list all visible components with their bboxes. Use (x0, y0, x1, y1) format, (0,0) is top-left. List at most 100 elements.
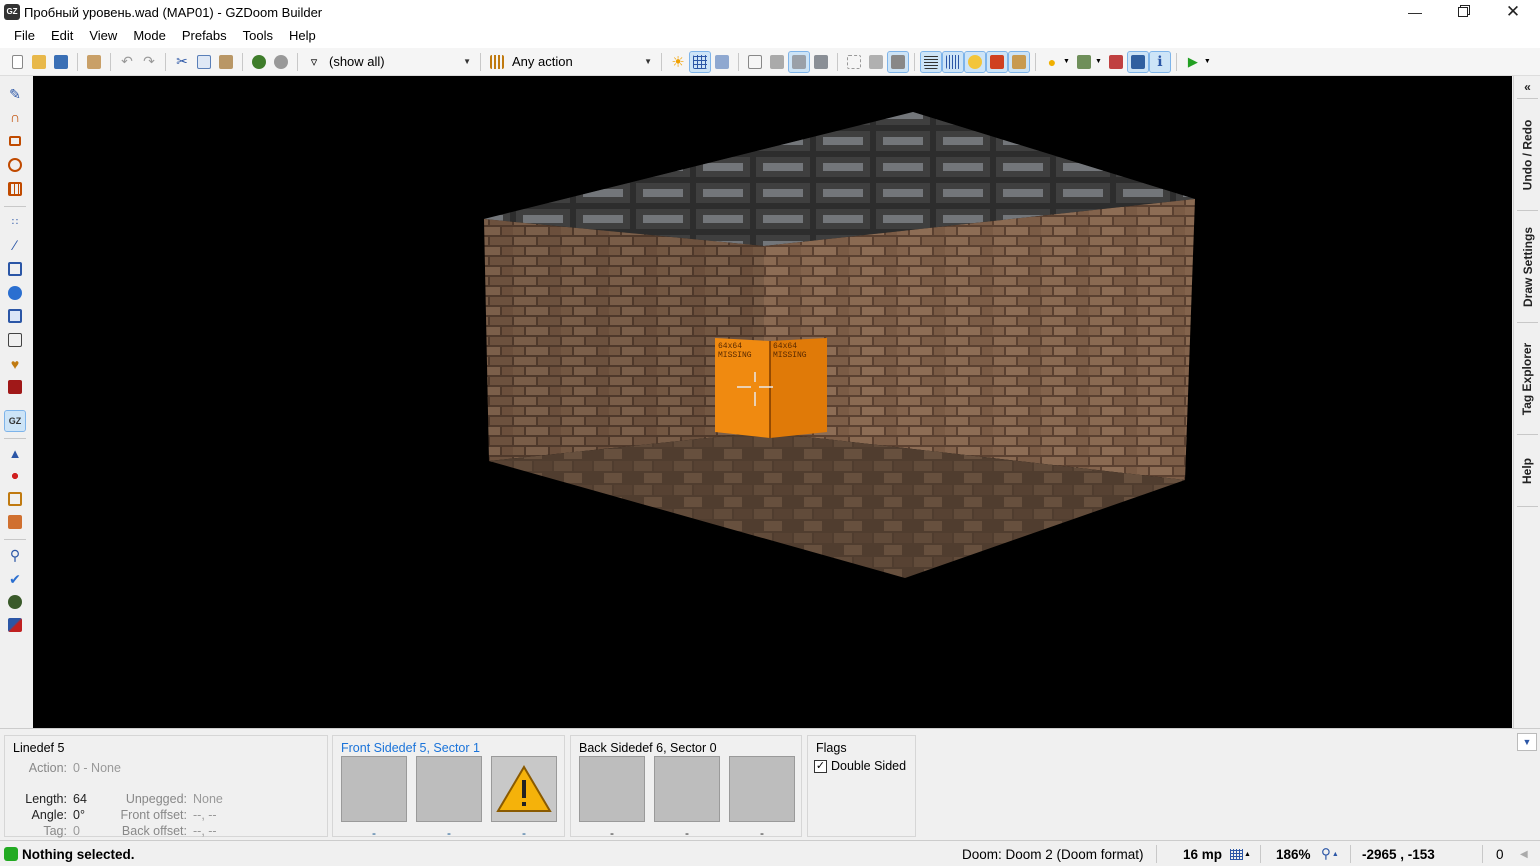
texture-browser-tool[interactable] (5, 592, 25, 612)
render-lines-button[interactable] (942, 50, 964, 73)
zoom-button[interactable]: ⚲ ▲ (1321, 841, 1339, 866)
paste-button[interactable] (216, 52, 236, 72)
render-grid-button[interactable] (920, 50, 942, 73)
status-ok-icon (4, 847, 18, 861)
view-normal-button[interactable] (745, 52, 765, 72)
tab-tag-explorer[interactable]: Tag Explorer (1514, 324, 1540, 434)
things-filter-dropdown[interactable]: (show all) ▼ (325, 52, 475, 72)
view-floor-icon (792, 54, 806, 69)
visual-viewport[interactable]: 64x64 MISSING 64x64 MISSING (33, 76, 1512, 728)
geometry-replace-button[interactable] (887, 50, 909, 73)
right-dock-panel: « Undo / Redo Draw Settings Tag Explorer… (1513, 76, 1540, 728)
open-map-button[interactable] (29, 52, 49, 72)
close-button[interactable]: ✕ (1490, 0, 1536, 24)
menu-prefabs[interactable]: Prefabs (174, 24, 235, 48)
menu-file[interactable]: File (6, 24, 43, 48)
edit-selection-mode[interactable] (5, 330, 25, 350)
front-lower-texture[interactable] (491, 756, 557, 822)
grid-size-button[interactable]: ▲ (1230, 841, 1251, 866)
double-sided-checkbox[interactable]: ✓ (814, 759, 827, 773)
menu-tools[interactable]: Tools (235, 24, 281, 48)
minimize-button[interactable]: — (1392, 0, 1438, 24)
tab-help[interactable]: Help (1514, 436, 1540, 506)
collapse-dock-button[interactable]: « (1514, 78, 1540, 96)
render-lights-button[interactable] (964, 50, 986, 73)
undo-button[interactable]: ↶ (117, 52, 137, 72)
menu-view[interactable]: View (81, 24, 125, 48)
back-upper-texture[interactable] (579, 756, 645, 822)
menu-help[interactable]: Help (281, 24, 324, 48)
toggle-grid-button[interactable] (689, 50, 711, 73)
menu-edit[interactable]: Edit (43, 24, 81, 48)
map-options-button[interactable] (84, 52, 104, 72)
redo-button[interactable]: ↷ (139, 52, 159, 72)
menu-mode[interactable]: Mode (125, 24, 174, 48)
gzdoom-visual-mode[interactable]: GZ (4, 410, 26, 432)
sky-preview-button[interactable] (1126, 50, 1149, 73)
draw-grid-tool[interactable] (5, 179, 25, 199)
view-ceiling-textures-button[interactable] (811, 52, 831, 72)
tab-undo-redo-label: Undo / Redo (1520, 119, 1535, 191)
tag-range-tool[interactable] (5, 512, 25, 532)
things-mode[interactable] (5, 283, 25, 303)
fog-button[interactable] (1106, 52, 1126, 72)
view-floor-textures-button[interactable] (788, 50, 810, 73)
curve-icon: ∩ (9, 109, 21, 125)
bridge-tool[interactable] (5, 466, 25, 486)
vertices-mode[interactable]: ∷ (5, 212, 25, 232)
draw-curve-tool[interactable]: ∩ (5, 107, 25, 127)
map-analysis-tool[interactable]: ✔ (5, 569, 25, 589)
find-replace-tool[interactable]: ⚲ (5, 545, 25, 565)
terrain-tool[interactable]: ▲ (5, 443, 25, 463)
linedefs-mode[interactable]: ∕ (5, 235, 25, 255)
snap-to-grid-button[interactable] (712, 52, 732, 72)
geometry-merge-button[interactable] (866, 52, 886, 72)
box-texture-label-2b: MISSING (773, 351, 807, 360)
geometry-merge-classic-button[interactable] (844, 52, 864, 72)
sound-propagation-mode[interactable]: ♥ (5, 354, 25, 374)
dynamic-lights-button[interactable]: ● (1042, 52, 1062, 72)
insert-previous-prefab-button[interactable] (271, 52, 291, 72)
back-middle-texture[interactable] (654, 756, 720, 822)
restore-button[interactable] (1440, 0, 1486, 24)
copy-button[interactable] (194, 52, 214, 72)
collapse-info-panel-button[interactable]: ▼ (1517, 733, 1537, 751)
right-wall (764, 199, 1195, 480)
stair-tool[interactable] (5, 489, 25, 509)
view-brightness-button[interactable] (767, 52, 787, 72)
cut-button[interactable]: ✂ (172, 52, 192, 72)
toolbar-separator (661, 52, 662, 71)
front-upper-texture[interactable] (341, 756, 407, 822)
filter-icon-button[interactable]: ▿ (304, 52, 324, 72)
draw-ellipse-tool[interactable] (5, 155, 25, 175)
fullbright-button[interactable]: ☀ (668, 52, 688, 72)
render-sky-button[interactable] (1008, 50, 1030, 73)
action-filter-dropdown[interactable]: Any action ▼ (508, 52, 656, 72)
draw-rectangle-tool[interactable] (5, 131, 25, 151)
test-map-button[interactable]: ▶ (1183, 52, 1203, 72)
front-middle-texture[interactable] (416, 756, 482, 822)
back-lower-caption: - (760, 826, 764, 840)
save-icon (54, 54, 68, 69)
render-models-button[interactable] (986, 50, 1008, 73)
visual-mode[interactable] (5, 377, 25, 397)
action-filter-icon-button[interactable] (487, 52, 507, 72)
tab-undo-redo[interactable]: Undo / Redo (1514, 100, 1540, 210)
draw-lines-tool[interactable]: ✎ (5, 84, 25, 104)
angle-label: Angle: (31, 808, 67, 822)
window-title: Пробный уровень.wad (MAP01) - GZDoom Bui… (24, 4, 323, 20)
insert-prefab-button[interactable] (249, 52, 269, 72)
make-sector-icon (8, 309, 22, 323)
save-map-button[interactable] (51, 52, 71, 72)
front-sidedef-title: Front Sidedef 5, Sector 1 (341, 741, 480, 755)
make-sectors-mode[interactable] (5, 306, 25, 326)
sectors-mode[interactable] (5, 259, 25, 279)
color-picker-tool[interactable] (5, 615, 25, 635)
double-sided-flag[interactable]: ✓ Double Sided (814, 759, 906, 773)
screenshot-button[interactable] (1074, 52, 1094, 72)
back-lower-texture[interactable] (729, 756, 795, 822)
tab-draw-settings[interactable]: Draw Settings (1514, 212, 1540, 322)
info-panel-button[interactable]: ℹ (1148, 50, 1171, 73)
new-map-button[interactable] (7, 52, 27, 72)
warnings-button[interactable]: ◀ (1520, 841, 1528, 866)
